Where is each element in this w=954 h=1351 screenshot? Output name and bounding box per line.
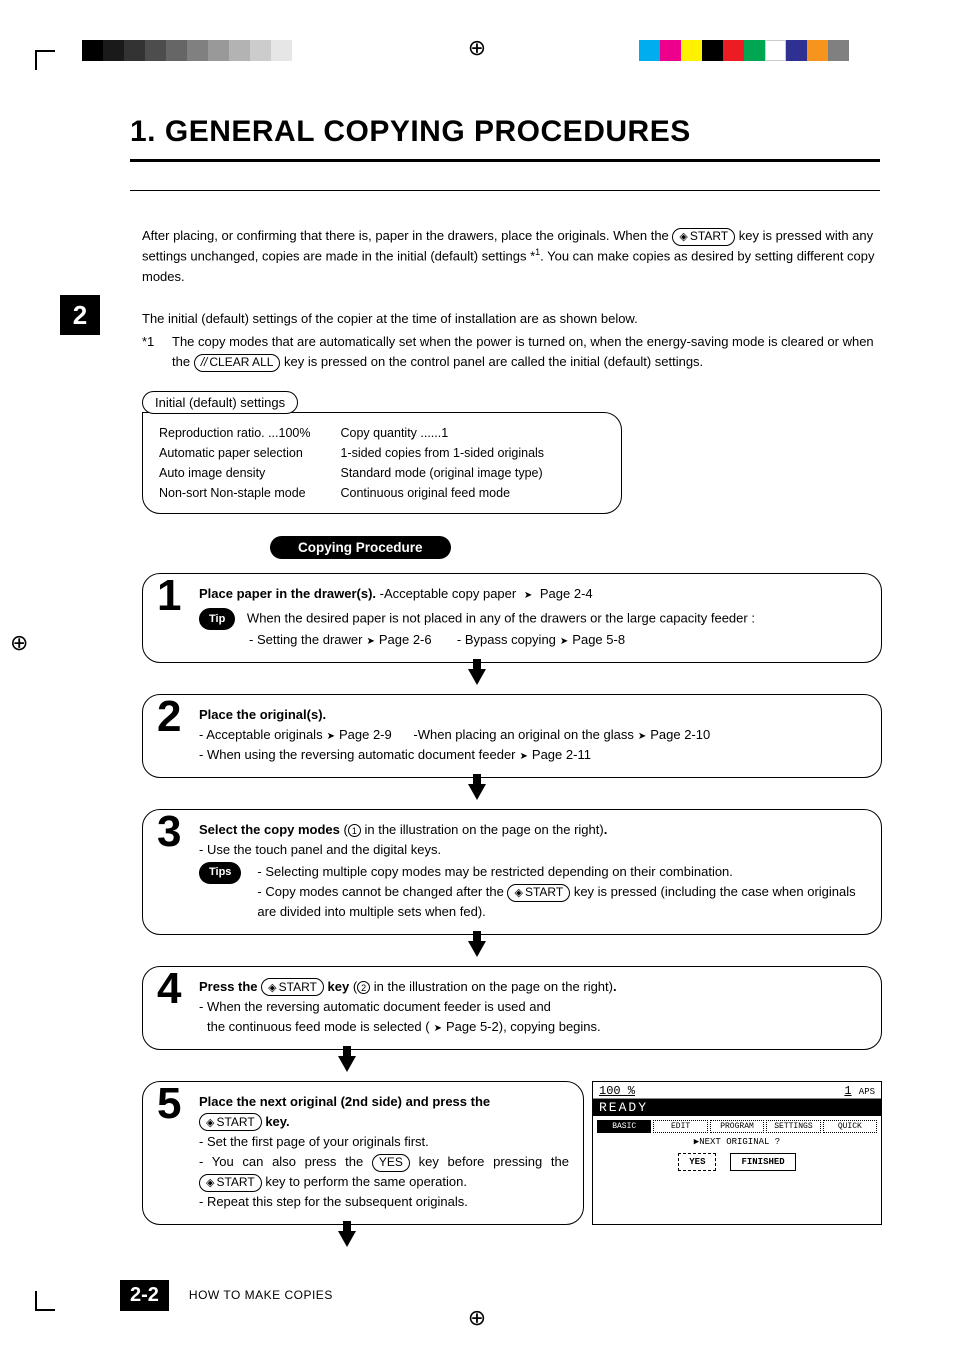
lcd-tab-quick[interactable]: QUICK (823, 1120, 877, 1133)
settings-tab-label: Initial (default) settings (142, 391, 298, 414)
step-2-number: 2 (157, 695, 181, 739)
step-1-box: 1 Place paper in the drawer(s). -Accepta… (142, 573, 882, 663)
clear-all-key-icon: CLEAR ALL (194, 354, 281, 372)
lcd-tab-edit[interactable]: EDIT (653, 1120, 707, 1133)
intro-text-1: After placing, or confirming that there … (142, 228, 669, 243)
settings-col-1: Reproduction ratio. ...100%Automatic pap… (159, 423, 310, 503)
lcd-panel: 100 % 1 APS READY BASIC EDIT PROGRAM SET… (592, 1081, 882, 1226)
step-4-box: 4 Press the START key (2 in the illustra… (142, 966, 882, 1050)
arrow-down-icon (60, 665, 894, 687)
asterisk-text: The copy modes that are automatically se… (172, 332, 882, 372)
tip-badge: Tip (199, 608, 235, 630)
step-5-box: 5 Place the next original (2nd side) and… (142, 1081, 584, 1226)
title-underline (130, 159, 880, 162)
settings-col-2: Copy quantity ......11-sided copies from… (340, 423, 544, 503)
page-title: 1. GENERAL COPYING PROCEDURES (130, 115, 894, 149)
tips-badge: Tips (199, 862, 241, 884)
chapter-tab: 2 (60, 295, 100, 335)
pointer-icon (520, 586, 536, 601)
lcd-qty: 1 (844, 1084, 851, 1098)
lcd-yes-button[interactable]: YES (678, 1153, 716, 1171)
lcd-aps: APS (859, 1087, 875, 1097)
start-key-icon: START (672, 228, 735, 246)
step-1-head: Place paper in the drawer(s). (199, 586, 376, 601)
arrow-down-icon (60, 937, 894, 959)
step-3-box: 3 Select the copy modes (1 in the illust… (142, 809, 882, 936)
yes-key-icon: YES (372, 1154, 410, 1172)
registration-target-left: ⊕ (10, 630, 28, 656)
step-3-number: 3 (157, 810, 181, 854)
lcd-ready: READY (593, 1099, 881, 1116)
reg-right (639, 40, 849, 61)
start-key-icon: START (261, 978, 324, 996)
footer-text: HOW TO MAKE COPIES (189, 1288, 333, 1302)
registration-target-top: ⊕ (468, 35, 486, 61)
step-4-number: 4 (157, 967, 181, 1011)
start-key-icon: START (199, 1174, 262, 1192)
step-1-number: 1 (157, 574, 181, 618)
lcd-tabs: BASIC EDIT PROGRAM SETTINGS QUICK (593, 1116, 881, 1133)
lcd-question: ▶NEXT ORIGINAL ? (593, 1133, 881, 1153)
initial-line1: The initial (default) settings of the co… (142, 309, 882, 329)
page-number: 2-2 (120, 1280, 169, 1311)
arrow-down-icon (0, 1052, 894, 1074)
initial-settings-note: The initial (default) settings of the co… (142, 309, 882, 372)
lcd-finished-button[interactable]: FINISHED (730, 1153, 795, 1171)
circled-2-icon: 2 (357, 981, 370, 994)
intro-paragraph: After placing, or confirming that there … (142, 226, 882, 287)
lcd-tab-settings[interactable]: SETTINGS (766, 1120, 820, 1133)
lcd-ratio: 100 % (599, 1084, 635, 1098)
settings-box: Reproduction ratio. ...100%Automatic pap… (142, 412, 622, 514)
step-5-number: 5 (157, 1082, 181, 1126)
crop-mark-bl (35, 1291, 55, 1311)
step-3-head: Select the copy modes (199, 822, 340, 837)
circled-1-icon: 1 (348, 824, 361, 837)
reg-left (82, 40, 292, 61)
arrow-down-icon (60, 780, 894, 802)
start-key-icon: START (507, 884, 570, 902)
step-2-box: 2 Place the original(s). - Acceptable or… (142, 694, 882, 778)
lcd-tab-basic[interactable]: BASIC (597, 1120, 651, 1133)
section-heading: Copying Procedure (270, 536, 451, 559)
step-2-head: Place the original(s). (199, 705, 867, 725)
arrow-down-icon (0, 1227, 894, 1249)
asterisk-label: *1 (142, 332, 164, 372)
title-thin-line (130, 190, 880, 191)
start-key-icon: START (199, 1113, 262, 1131)
registration-target-bottom: ⊕ (468, 1305, 486, 1331)
lcd-tab-program[interactable]: PROGRAM (710, 1120, 764, 1133)
